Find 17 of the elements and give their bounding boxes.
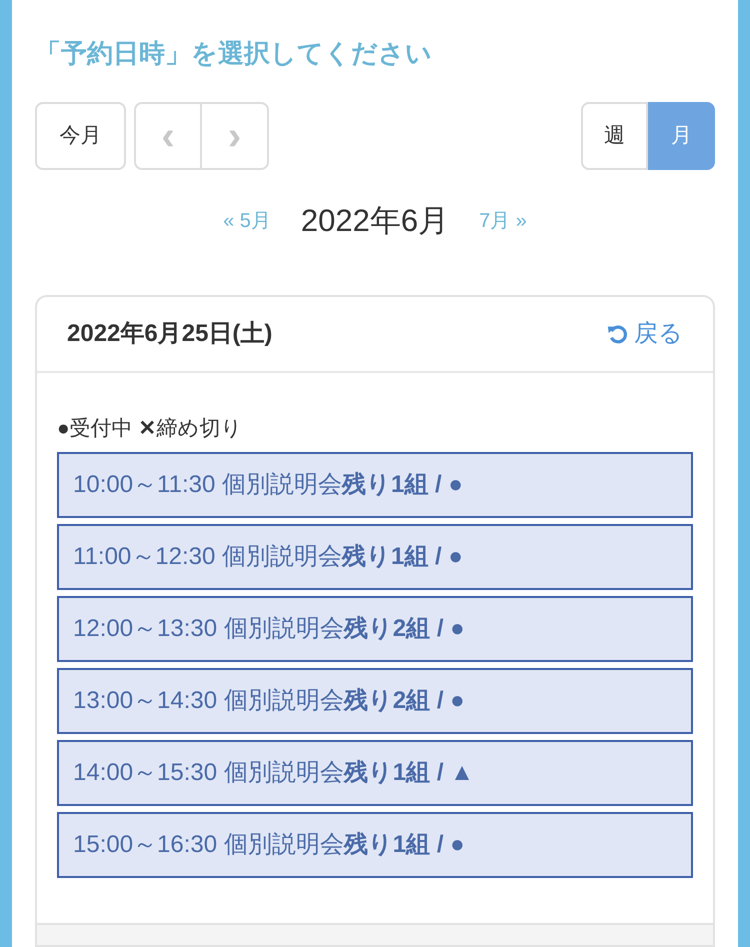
time-slot[interactable]: 13:00～14:30 個別説明会残り2組 / ● [57, 668, 693, 734]
page-heading: 「予約日時」を選択してください [35, 37, 433, 70]
this-month-button[interactable]: 今月 [35, 102, 126, 170]
status-legend: ●受付中 ✕締め切り [57, 412, 693, 444]
view-tab[interactable]: 月 [648, 102, 715, 170]
time-slot[interactable]: 11:00～12:30 個別説明会残り1組 / ● [57, 524, 693, 590]
time-slot[interactable]: 15:00～16:30 個別説明会残り1組 / ● [57, 812, 693, 878]
current-month: 2022年6月 [300, 202, 450, 240]
undo-icon [606, 322, 628, 344]
back-link[interactable]: 戻る [606, 316, 683, 352]
time-slot[interactable]: 10:00～11:30 個別説明会残り1組 / ● [57, 452, 693, 518]
next-month-link[interactable]: 7月 » [479, 206, 527, 236]
selected-date: 2022年6月25日(土) [67, 318, 272, 348]
view-tab[interactable]: 週 [581, 102, 648, 170]
time-slot[interactable]: 12:00～13:30 個別説明会残り2組 / ● [57, 596, 693, 662]
time-slot[interactable]: 14:00～15:30 個別説明会残り1組 / ▲ [57, 740, 693, 806]
previous-month-link[interactable]: « 5月 [223, 206, 271, 236]
